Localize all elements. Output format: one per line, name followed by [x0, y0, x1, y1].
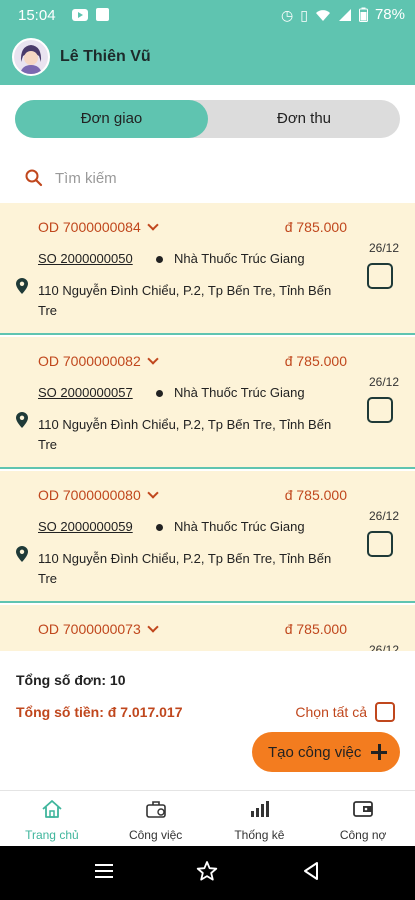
- order-code[interactable]: OD 7000000073: [38, 620, 159, 637]
- order-checkbox[interactable]: [367, 531, 393, 557]
- order-date: 26/12: [368, 375, 399, 389]
- order-code-text: OD 7000000084: [38, 219, 141, 235]
- app-header-background: 15:04 ◷ ▯ 78% Lê Thiên Vũ: [0, 0, 415, 85]
- search-bar: [15, 160, 400, 196]
- tab-don-thu[interactable]: Đơn thu: [208, 100, 400, 138]
- select-all-toggle[interactable]: Chọn tất cả: [295, 702, 395, 722]
- so-code-link[interactable]: SO 2000000057: [38, 385, 133, 400]
- plus-icon: [371, 744, 387, 760]
- back-icon[interactable]: [301, 860, 321, 882]
- system-navigation-bar: [0, 846, 415, 900]
- vibrate-icon: ▯: [300, 6, 308, 23]
- battery-icon: [358, 7, 368, 22]
- order-address: 110 Nguyễn Đình Chiểu, P.2, Tp Bến Tre, …: [38, 417, 332, 452]
- nav-label: Công nợ: [339, 828, 387, 842]
- star-icon[interactable]: [196, 860, 218, 882]
- total-money: Tổng số tiền: đ 7.017.017: [16, 704, 183, 720]
- so-code-link[interactable]: SO 2000000050: [38, 251, 133, 266]
- order-code-text: OD 7000000082: [38, 353, 141, 369]
- select-all-checkbox[interactable]: [375, 702, 395, 722]
- separator-dot: [156, 256, 163, 263]
- nav-label: Trang chủ: [25, 828, 79, 842]
- nav-item-tasks[interactable]: Công việc: [104, 791, 208, 846]
- chevron-down-icon[interactable]: [147, 620, 159, 633]
- location-pin-icon: [16, 546, 28, 562]
- store-name: Nhà Thuốc Trúc Giang: [174, 385, 305, 400]
- app-header: Lê Thiên Vũ: [0, 38, 415, 78]
- order-card[interactable]: OD 7000000084 đ 785.000 SO 2000000050 Nh…: [0, 203, 415, 335]
- status-time: 15:04: [18, 7, 56, 24]
- order-card[interactable]: OD 7000000082 đ 785.000 SO 2000000057 Nh…: [0, 337, 415, 469]
- order-code[interactable]: OD 7000000082: [38, 352, 159, 369]
- nav-label: Thống kê: [234, 828, 285, 842]
- create-task-label: Tạo công việc: [268, 743, 362, 761]
- order-list[interactable]: OD 7000000084 đ 785.000 SO 2000000050 Nh…: [0, 203, 415, 651]
- bottom-navigation: Trang chủ Công việc Thống kê Công nợ: [0, 790, 415, 846]
- wifi-icon: [315, 9, 330, 21]
- signal-icon: [338, 8, 351, 21]
- location-pin-icon: [16, 278, 28, 294]
- order-checkbox[interactable]: [367, 263, 393, 289]
- order-amount: đ 785.000: [284, 353, 347, 369]
- alarm-icon: ◷: [281, 6, 294, 23]
- nav-item-home[interactable]: Trang chủ: [0, 791, 104, 846]
- bar-chart-icon: [251, 801, 270, 817]
- total-orders: Tổng số đơn: 10: [16, 672, 126, 688]
- so-code-link[interactable]: SO 2000000059: [38, 519, 133, 534]
- user-name: Lê Thiên Vũ: [60, 48, 151, 65]
- store-name: Nhà Thuốc Trúc Giang: [174, 519, 305, 534]
- chevron-down-icon[interactable]: [147, 352, 159, 365]
- order-card[interactable]: OD 7000000073 đ 785.000 26/12: [0, 605, 415, 651]
- order-code-text: OD 7000000073: [38, 621, 141, 637]
- nav-label: Công việc: [128, 828, 183, 842]
- location-pin-icon: [16, 412, 28, 428]
- status-icons: ◷ ▯ 78%: [281, 6, 405, 23]
- gallery-icon: [96, 8, 109, 21]
- order-date: 26/12: [368, 643, 399, 651]
- separator-dot: [156, 524, 163, 531]
- search-icon[interactable]: [25, 169, 43, 187]
- avatar[interactable]: [12, 38, 50, 76]
- youtube-icon: [72, 9, 88, 21]
- order-code-text: OD 7000000080: [38, 487, 141, 503]
- order-address: 110 Nguyễn Đình Chiểu, P.2, Tp Bến Tre, …: [38, 283, 332, 318]
- chevron-down-icon[interactable]: [147, 218, 159, 231]
- menu-icon[interactable]: [93, 860, 115, 882]
- create-task-button[interactable]: Tạo công việc: [252, 732, 400, 772]
- order-code[interactable]: OD 7000000080: [38, 486, 159, 503]
- home-icon: [42, 800, 62, 818]
- search-input[interactable]: [55, 164, 385, 192]
- order-address: 110 Nguyễn Đình Chiểu, P.2, Tp Bến Tre, …: [38, 551, 332, 586]
- summary-panel: Tổng số đơn: 10 Tổng số tiền: đ 7.017.01…: [0, 652, 415, 790]
- order-card[interactable]: OD 7000000080 đ 785.000 SO 2000000059 Nh…: [0, 471, 415, 603]
- order-date: 26/12: [368, 241, 399, 255]
- briefcase-icon: [145, 801, 166, 818]
- order-checkbox[interactable]: [367, 397, 393, 423]
- order-amount: đ 785.000: [284, 621, 347, 637]
- order-amount: đ 785.000: [284, 487, 347, 503]
- order-code[interactable]: OD 7000000084: [38, 218, 159, 235]
- order-amount: đ 785.000: [284, 219, 347, 235]
- chevron-down-icon[interactable]: [147, 486, 159, 499]
- order-date: 26/12: [368, 509, 399, 523]
- order-type-tabs: Đơn giao Đơn thu: [15, 100, 400, 138]
- nav-item-statistics[interactable]: Thống kê: [208, 791, 312, 846]
- wallet-icon: [353, 801, 374, 817]
- status-bar: 15:04 ◷ ▯ 78%: [0, 0, 415, 30]
- battery-percent: 78%: [374, 6, 405, 23]
- nav-item-debt[interactable]: Công nợ: [311, 791, 415, 846]
- separator-dot: [156, 390, 163, 397]
- select-all-label: Chọn tất cả: [295, 704, 367, 720]
- tab-don-giao[interactable]: Đơn giao: [15, 100, 208, 138]
- store-name: Nhà Thuốc Trúc Giang: [174, 251, 305, 266]
